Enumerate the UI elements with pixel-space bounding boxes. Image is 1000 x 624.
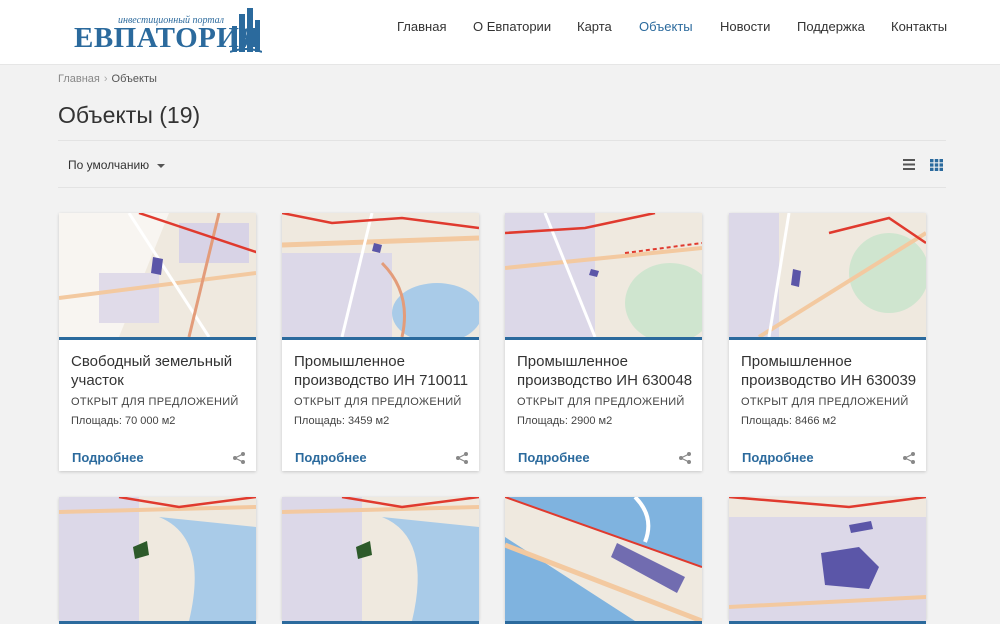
divider — [58, 140, 946, 141]
card-status: Открыт для предложений — [517, 396, 685, 408]
card-status: Открыт для предложений — [294, 396, 462, 408]
object-card[interactable]: Промышленное производство ИН 710011 Откр… — [282, 213, 479, 471]
map-thumbnail[interactable] — [282, 497, 479, 624]
breadcrumb-current: Объекты — [111, 73, 157, 85]
map-thumbnail[interactable] — [282, 213, 479, 340]
map-thumbnail[interactable] — [505, 213, 702, 340]
card-title: Свободный земельный участок — [71, 353, 233, 389]
object-card[interactable] — [505, 497, 702, 624]
nav-contacts[interactable]: Контакты — [891, 19, 947, 34]
card-more-link[interactable]: Подробнее — [742, 450, 814, 465]
object-card[interactable]: Промышленное производство ИН 630048 Откр… — [505, 213, 702, 471]
site-header: инвестиционный портал ЕВПАТОРИЯ Главная … — [0, 0, 1000, 65]
map-thumbnail[interactable] — [729, 213, 926, 340]
share-icon[interactable] — [903, 452, 915, 464]
breadcrumb-home[interactable]: Главная — [58, 73, 100, 85]
caret-down-icon — [157, 163, 166, 168]
sort-dropdown[interactable]: По умолчанию — [68, 158, 166, 172]
card-more-link[interactable]: Подробнее — [72, 450, 144, 465]
share-icon[interactable] — [679, 452, 691, 464]
object-card[interactable] — [729, 497, 926, 624]
object-card[interactable] — [59, 497, 256, 624]
nav-support[interactable]: Поддержка — [797, 19, 865, 34]
nav-home[interactable]: Главная — [397, 19, 446, 34]
object-card[interactable]: Промышленное производство ИН 630039 Откр… — [729, 213, 926, 471]
card-status: Открыт для предложений — [71, 396, 239, 408]
card-more-link[interactable]: Подробнее — [518, 450, 590, 465]
share-icon[interactable] — [233, 452, 245, 464]
card-title: Промышленное производство ИН 630039 — [741, 353, 917, 389]
nav-news[interactable]: Новости — [720, 19, 770, 34]
card-area: Площадь: 2900 м2 — [517, 415, 613, 427]
map-thumbnail[interactable] — [505, 497, 702, 624]
divider — [58, 187, 946, 188]
breadcrumb: Главная › Объекты — [58, 73, 157, 85]
object-card[interactable] — [282, 497, 479, 624]
card-title: Промышленное производство ИН 630048 — [517, 353, 693, 389]
page-title: Объекты (19) — [58, 102, 201, 128]
nav-objects[interactable]: Объекты — [639, 19, 693, 34]
map-thumbnail[interactable] — [59, 213, 256, 340]
card-area: Площадь: 3459 м2 — [294, 415, 390, 427]
card-area: Площадь: 8466 м2 — [741, 415, 837, 427]
card-status: Открыт для предложений — [741, 396, 909, 408]
map-thumbnail[interactable] — [59, 497, 256, 624]
main-nav: Главная О Евпатории Карта Объекты Новост… — [0, 19, 1000, 39]
card-title: Промышленное производство ИН 710011 — [294, 353, 469, 389]
object-card[interactable]: Свободный земельный участок Открыт для п… — [59, 213, 256, 471]
sort-selected-label: По умолчанию — [68, 158, 150, 172]
share-icon[interactable] — [456, 452, 468, 464]
nav-about[interactable]: О Евпатории — [473, 19, 551, 34]
map-thumbnail[interactable] — [729, 497, 926, 624]
card-area: Площадь: 70 000 м2 — [71, 415, 176, 427]
breadcrumb-separator: › — [103, 73, 108, 85]
list-view-icon[interactable] — [903, 159, 915, 170]
nav-map[interactable]: Карта — [577, 19, 612, 34]
grid-view-icon[interactable] — [930, 159, 943, 171]
card-more-link[interactable]: Подробнее — [295, 450, 367, 465]
